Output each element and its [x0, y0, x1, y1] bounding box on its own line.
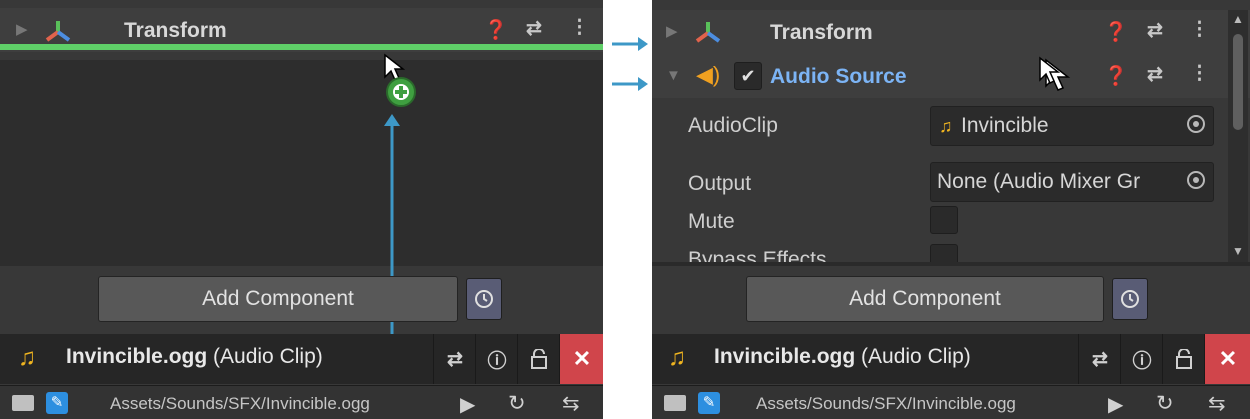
- asset-path-bar: ✎ Assets/Sounds/SFX/Invincible.ogg ▶ ↻ ⇆: [0, 385, 603, 419]
- asset-path-bar: ✎ Assets/Sounds/SFX/Invincible.ogg ▶ ↻ ⇆: [652, 385, 1250, 419]
- scroll-down-icon[interactable]: ▼: [1232, 244, 1244, 258]
- divider: [652, 262, 1250, 266]
- object-target-icon[interactable]: [1187, 171, 1205, 189]
- play-icon[interactable]: ▶: [1108, 392, 1123, 417]
- scroll-up-icon[interactable]: ▲: [1232, 12, 1244, 26]
- music-note-icon: ♫: [939, 116, 953, 136]
- scrollbar-thumb[interactable]: [1233, 34, 1243, 130]
- close-icon: ✕: [572, 346, 592, 371]
- asset-title: Invincible.ogg (Audio Clip): [714, 345, 971, 369]
- folder-icon[interactable]: [12, 395, 34, 411]
- pointer-arrow-audio-source: [612, 77, 648, 91]
- preset-history-button[interactable]: [466, 278, 502, 320]
- property-label-output: Output: [688, 172, 752, 195]
- preset-history-icon: [475, 290, 493, 308]
- audio-source-title: Audio Source: [770, 65, 907, 88]
- presets-icon: ⇄: [1092, 348, 1108, 370]
- presets-icon[interactable]: ⇄: [1147, 19, 1163, 42]
- audioclip-value: Invincible: [961, 114, 1049, 137]
- help-icon[interactable]: ❓: [1104, 64, 1128, 88]
- music-note-icon: ♫: [668, 344, 686, 371]
- presets-button[interactable]: ⇄: [433, 334, 476, 384]
- loop-icon[interactable]: ⇆: [1208, 391, 1226, 416]
- more-icon[interactable]: ⋮: [570, 16, 589, 39]
- info-button[interactable]: ⓘ: [475, 334, 518, 384]
- property-label-bypass-effects: Bypass Effects: [688, 248, 827, 262]
- preset-history-icon: [1121, 290, 1139, 308]
- info-button[interactable]: ⓘ: [1120, 334, 1163, 384]
- autoplay-icon[interactable]: ↻: [1156, 391, 1174, 416]
- drop-indicator-line: [0, 44, 603, 50]
- play-icon[interactable]: ▶: [460, 392, 475, 417]
- asset-type: (Audio Clip): [861, 345, 971, 368]
- output-value: None (Audio Mixer Gr: [937, 170, 1141, 193]
- add-plus-icon: [386, 77, 416, 107]
- info-icon: ⓘ: [487, 350, 507, 372]
- transform-header[interactable]: ▶ Transform ❓ ⇄ ⋮: [652, 10, 1250, 54]
- object-target-icon[interactable]: [1187, 115, 1205, 133]
- presets-icon: ⇄: [447, 348, 463, 370]
- close-button[interactable]: ✕: [559, 334, 603, 384]
- music-note-icon: ♫: [18, 344, 36, 371]
- script-icon[interactable]: ✎: [698, 392, 720, 414]
- info-icon: ⓘ: [1132, 350, 1152, 372]
- more-icon[interactable]: ⋮: [1190, 62, 1209, 85]
- asset-path: Assets/Sounds/SFX/Invincible.ogg: [756, 394, 1016, 413]
- lock-icon: [1176, 349, 1192, 369]
- close-button[interactable]: ✕: [1204, 334, 1250, 384]
- mute-checkbox[interactable]: [930, 206, 958, 234]
- more-icon[interactable]: ⋮: [1190, 18, 1209, 41]
- foldout-arrow-expanded-icon[interactable]: ▼: [666, 67, 681, 84]
- asset-name: Invincible.ogg: [714, 345, 856, 368]
- inspector-panel-after: ▶ Transform ❓ ⇄ ⋮ ▼ ◀) ✔ Audio Source ❓ …: [652, 0, 1250, 419]
- asset-header-bar: ♫ Invincible.ogg (Audio Clip) ⇄ ⓘ ✕: [0, 334, 603, 384]
- pointer-arrow-transform: [612, 37, 648, 51]
- transform-title: Transform: [770, 21, 873, 44]
- presets-icon[interactable]: ⇄: [1147, 63, 1163, 86]
- close-icon: ✕: [1218, 346, 1238, 371]
- asset-header-bar: ♫ Invincible.ogg (Audio Clip) ⇄ ⓘ ✕: [652, 334, 1250, 384]
- property-label-mute: Mute: [688, 210, 735, 233]
- script-icon[interactable]: ✎: [46, 392, 68, 414]
- help-icon[interactable]: ❓: [484, 18, 508, 42]
- enabled-checkbox[interactable]: ✔: [734, 62, 762, 90]
- scrollbar[interactable]: ▲ ▼: [1228, 10, 1248, 262]
- audio-source-icon: ◀): [696, 62, 721, 87]
- asset-name: Invincible.ogg: [66, 345, 208, 368]
- audio-source-header[interactable]: ▼ ◀) ✔ Audio Source ❓ ⇄ ⋮: [652, 54, 1250, 98]
- autoplay-icon[interactable]: ↻: [508, 391, 526, 416]
- transform-title: Transform: [124, 19, 227, 42]
- asset-title: Invincible.ogg (Audio Clip): [66, 345, 323, 369]
- transform-icon: [45, 21, 71, 42]
- presets-button[interactable]: ⇄: [1078, 334, 1121, 384]
- foldout-arrow-icon[interactable]: ▶: [666, 22, 678, 40]
- lock-icon: [531, 349, 547, 369]
- loop-icon[interactable]: ⇆: [562, 391, 580, 416]
- drop-target-area[interactable]: [0, 60, 603, 266]
- property-label-audioclip: AudioClip: [688, 114, 778, 137]
- mouse-cursor-icon: [1039, 56, 1061, 85]
- preset-history-button[interactable]: [1112, 278, 1148, 320]
- asset-path: Assets/Sounds/SFX/Invincible.ogg: [110, 394, 370, 413]
- bypass-effects-checkbox[interactable]: [930, 244, 958, 262]
- presets-icon[interactable]: ⇄: [526, 17, 542, 40]
- transform-icon: [695, 22, 721, 43]
- add-component-button[interactable]: Add Component: [746, 276, 1104, 322]
- asset-type: (Audio Clip): [213, 345, 323, 368]
- add-component-button[interactable]: Add Component: [98, 276, 458, 322]
- audio-source-properties: AudioClip ♫ Invincible Output None (Audi…: [652, 98, 1226, 262]
- foldout-arrow-icon[interactable]: ▶: [16, 20, 28, 38]
- audioclip-field[interactable]: ♫ Invincible: [930, 106, 1214, 146]
- output-field[interactable]: None (Audio Mixer Gr: [930, 162, 1214, 202]
- inspector-panel-before: ▶ Transform ❓ ⇄ ⋮ Add Component ♫ Invinc…: [0, 0, 603, 419]
- lock-button[interactable]: [1162, 334, 1205, 384]
- help-icon[interactable]: ❓: [1104, 20, 1128, 44]
- folder-icon[interactable]: [664, 395, 686, 411]
- lock-button[interactable]: [517, 334, 560, 384]
